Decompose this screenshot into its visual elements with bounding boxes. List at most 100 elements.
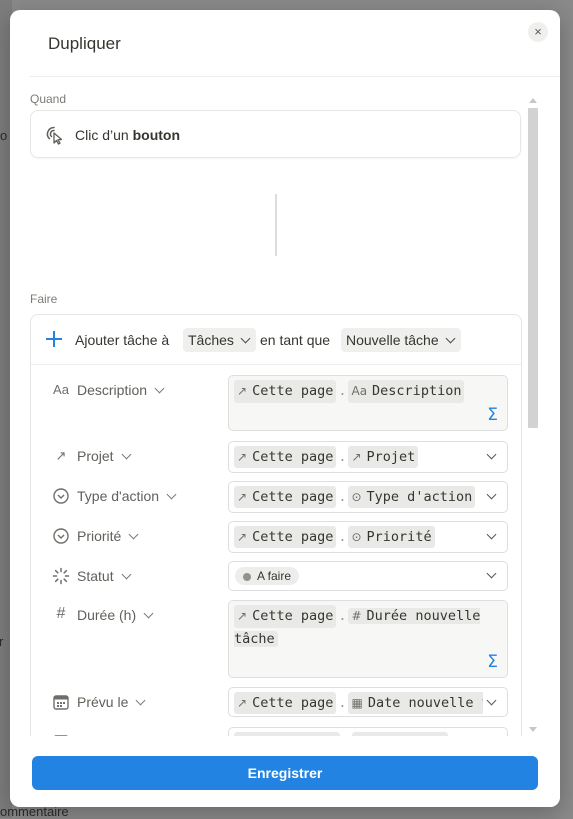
property-label-text: Prévu le (77, 694, 129, 710)
template-select[interactable]: Nouvelle tâche (341, 328, 461, 352)
value-tokens: ↗ Cette page. ▦ Date nouvelle tâche (234, 692, 483, 714)
property-value-type-action[interactable]: ↗ Cette page. ⊙ Type d'action (228, 481, 508, 513)
chevron-down-icon (240, 333, 251, 344)
property-label-duree[interactable]: Durée (h) (77, 607, 154, 623)
token-text: Cette page (252, 529, 334, 545)
chevron-down-icon (121, 449, 132, 460)
trigger-section-label: Quand (30, 92, 67, 106)
value-token: ↗ Cette page (234, 526, 337, 548)
number-property-icon: # (351, 609, 362, 623)
token-separator: . (338, 608, 347, 624)
formula-icon[interactable]: Σ (487, 405, 498, 425)
token-text: Cette page (252, 695, 334, 711)
value-token: ↗ Cette page (234, 380, 337, 403)
plus-icon[interactable] (45, 330, 63, 348)
select-property-icon (52, 487, 70, 505)
trigger-text: Clic d’un bouton (75, 127, 180, 143)
value-token: ↗ Projet (348, 446, 419, 468)
date-property-icon (52, 693, 70, 711)
status-property-icon (52, 567, 70, 585)
chevron-down-icon (486, 529, 497, 540)
relation-icon: ↗ (55, 448, 67, 463)
property-label-prevu-le[interactable]: Prévu le (77, 694, 146, 710)
relation-icon: ↗ (237, 490, 248, 504)
token-text: Date nouvelle tâche (367, 695, 483, 711)
relation-icon: ↗ (237, 384, 248, 398)
property-label-text: Durée (h) (77, 607, 137, 623)
property-label-type-action[interactable]: Type d'action (77, 488, 177, 504)
number-property-icon: # (56, 605, 66, 622)
chevron-down-icon (154, 383, 165, 394)
token-text: Priorité (366, 529, 432, 545)
chevron-down-icon (121, 569, 132, 580)
property-label-description[interactable]: Description (77, 382, 165, 398)
token-text: Cette page (252, 608, 334, 624)
value-tokens: ↗ Cette page. ⊙ Type d'action (234, 486, 483, 508)
select-property-icon (52, 527, 70, 545)
date-property-icon: ▦ (351, 696, 363, 710)
select-property-icon: ⊙ (351, 490, 362, 504)
dialog-footer: Enregistrer (10, 736, 560, 807)
add-task-text: Ajouter tâche à (75, 332, 170, 348)
background-text: o (0, 128, 8, 143)
chevron-down-icon (486, 489, 497, 500)
database-select[interactable]: Tâches (183, 328, 256, 352)
status-value: A faire (257, 569, 292, 583)
action-card: Ajouter tâche à Tâches en tant que Nouve… (30, 314, 522, 736)
property-value-partial[interactable] (228, 727, 508, 736)
dialog-title: Dupliquer (48, 34, 121, 53)
property-label-statut[interactable]: Statut (77, 568, 132, 584)
property-label-priorite[interactable]: Priorité (77, 528, 139, 544)
value-tokens: ↗ Cette page. # Durée nouvelle tâche (234, 605, 503, 651)
scroll-up-icon[interactable] (529, 98, 537, 103)
property-value-projet[interactable]: ↗ Cette page. ↗ Projet (228, 441, 508, 473)
trigger-card[interactable]: Clic d’un bouton (30, 110, 521, 158)
property-label-text: Projet (77, 448, 114, 464)
value-token: ↗ Cette page (234, 446, 337, 468)
scroll-thumb[interactable] (528, 108, 538, 428)
value-token: ⊙ Priorité (348, 526, 435, 548)
token-text: Cette page (252, 383, 334, 399)
relation-icon: ↗ (351, 450, 362, 464)
token-separator: . (338, 489, 347, 505)
scrollbar[interactable] (526, 94, 540, 736)
formula-icon[interactable]: Σ (487, 652, 498, 672)
value-token: ↗ Cette page (234, 486, 337, 508)
chevron-down-icon (128, 529, 139, 540)
relation-icon: ↗ (237, 609, 248, 623)
text-property-icon: Aa (53, 382, 69, 397)
status-badge: A faire (235, 567, 300, 585)
chevron-down-icon (445, 333, 456, 344)
relation-icon: ↗ (237, 696, 248, 710)
property-label-text: Description (77, 382, 148, 398)
background-text: r (0, 634, 4, 649)
value-tokens: ↗ Cette page. ↗ Projet (234, 446, 483, 468)
token-separator: . (338, 383, 347, 399)
scroll-down-icon[interactable] (529, 727, 537, 732)
token-text: Description (372, 383, 462, 399)
property-label-projet[interactable]: Projet (77, 448, 132, 464)
select-property-icon: ⊙ (351, 530, 362, 544)
automation-scroll-area[interactable]: Quand Clic d’un bouton Faire Ajouter tâc… (30, 88, 522, 736)
value-token: ↗ Cette page (234, 605, 337, 628)
value-token: ↗ Cette page (234, 692, 337, 714)
token-text: Cette page (252, 489, 334, 505)
property-value-prevu-le[interactable]: ↗ Cette page. ▦ Date nouvelle tâche (228, 687, 508, 717)
token-separator: . (338, 449, 347, 465)
value-tokens: ↗ Cette page. Aa Description (234, 380, 503, 403)
property-value-duree[interactable]: ↗ Cette page. # Durée nouvelle tâche Σ (228, 600, 508, 678)
property-value-priorite[interactable]: ↗ Cette page. ⊙ Priorité (228, 521, 508, 553)
property-label-text: Priorité (77, 528, 122, 544)
status-dot (243, 573, 251, 581)
property-value-statut[interactable]: A faire (228, 561, 508, 591)
close-button[interactable]: × (528, 22, 548, 42)
value-token: ⊙ Type d'action (348, 486, 476, 508)
template-select-value: Nouvelle tâche (346, 332, 439, 348)
value-tokens: ↗ Cette page. ⊙ Priorité (234, 526, 483, 548)
relation-icon: ↗ (237, 530, 248, 544)
property-value-description[interactable]: ↗ Cette page. Aa Description Σ (228, 375, 508, 431)
database-select-value: Tâches (188, 332, 234, 348)
chevron-down-icon (166, 489, 177, 500)
save-button[interactable]: Enregistrer (32, 756, 538, 790)
action-section-label: Faire (30, 292, 58, 306)
